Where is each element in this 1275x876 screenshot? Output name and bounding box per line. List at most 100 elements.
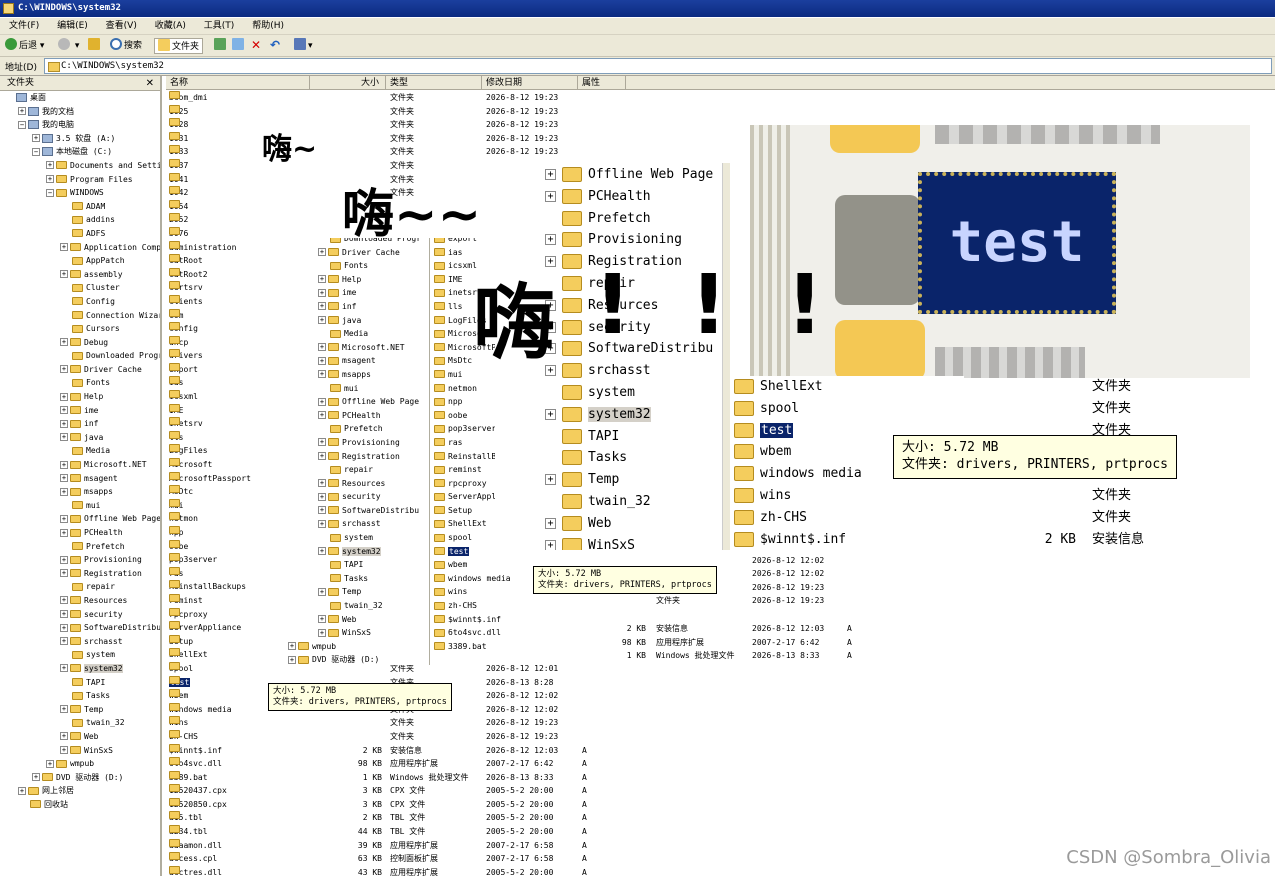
overlay-file-item[interactable]: 6to4svc.dll <box>434 626 578 640</box>
zoomed-tree-item[interactable]: twain_32 <box>545 491 730 513</box>
tree-item[interactable]: + system32 <box>0 662 160 676</box>
tree-item[interactable]: ADFS <box>0 227 160 241</box>
zoomed-tree-item[interactable]: + PCHealth <box>545 186 730 208</box>
expand-icon[interactable]: + <box>46 759 54 768</box>
expand-icon[interactable]: + <box>46 161 54 170</box>
expand-icon[interactable]: + <box>318 370 326 379</box>
tree-item[interactable]: + DVD 驱动器 (D:) <box>0 771 160 785</box>
overlay-tree-item[interactable]: system <box>270 531 429 545</box>
column-name[interactable]: 名称 <box>166 76 310 90</box>
expand-icon[interactable]: + <box>60 610 68 619</box>
tree-item[interactable]: ADAM <box>0 200 160 214</box>
expand-icon[interactable]: + <box>60 596 68 605</box>
tree-item[interactable]: − WINDOWS <box>0 186 160 200</box>
overlay-tree-item[interactable]: mui <box>270 382 429 396</box>
zoomed-tree-item[interactable]: + srchasst <box>545 360 730 382</box>
overlay-tree-item[interactable]: Media <box>270 327 429 341</box>
overlay-tree-item[interactable]: twain_32 <box>270 599 429 613</box>
expand-icon[interactable]: + <box>545 234 556 246</box>
tree-item[interactable]: + Debug <box>0 336 160 350</box>
tree-item[interactable]: Fonts <box>0 376 160 390</box>
table-row[interactable]: 6to4svc.dll 98 KB 应用程序扩展 2007-2-17 6:42 A <box>166 757 1275 771</box>
views-button[interactable]: ▾ <box>294 38 313 54</box>
expand-icon[interactable]: + <box>60 338 68 347</box>
zoomed-tree-item[interactable]: Tasks <box>545 447 730 469</box>
tree-item[interactable]: 桌面 <box>0 91 160 105</box>
menu-file[interactable]: 文件(F) <box>0 18 45 35</box>
tree-item[interactable]: + srchasst <box>0 635 160 649</box>
tree-item[interactable]: + Provisioning <box>0 553 160 567</box>
overlay-tree-item[interactable]: + wmpub <box>270 640 429 654</box>
overlay-tree-item[interactable]: + inf <box>270 300 429 314</box>
overlay-tree-item[interactable]: + DVD 驱动器 (D:) <box>270 653 429 665</box>
menu-help[interactable]: 帮助(H) <box>243 18 290 35</box>
tree-item[interactable]: + Registration <box>0 567 160 581</box>
expand-icon[interactable]: + <box>60 528 68 537</box>
tree-item[interactable]: + Help <box>0 390 160 404</box>
tree-item[interactable]: +3.5 软盘 (A:) <box>0 132 160 146</box>
table-row[interactable]: 12520437.cpx 3 KB CPX 文件 2005-5-2 20:00 A <box>166 784 1275 798</box>
overlay-tree-item[interactable]: + Registration <box>270 450 429 464</box>
tree-item[interactable]: + inf <box>0 417 160 431</box>
expand-icon[interactable]: + <box>545 408 556 420</box>
zoomed-scrollbar[interactable] <box>722 163 730 550</box>
delete-button[interactable]: ✕ <box>251 38 261 54</box>
zoomed-tree-item[interactable]: + Provisioning <box>545 229 730 251</box>
zoomed-file-item[interactable]: ShellExt <box>734 376 964 398</box>
tree-item[interactable]: + assembly <box>0 268 160 282</box>
overlay-tree-item[interactable]: + msagent <box>270 354 429 368</box>
tree-item[interactable]: + Application Comp <box>0 241 160 255</box>
zoomed-tree-item[interactable]: TAPI <box>545 426 730 448</box>
menu-view[interactable]: 查看(V) <box>97 18 143 35</box>
tree-item[interactable]: repair <box>0 580 160 594</box>
table-row[interactable]: 3389.bat 1 KB Windows 批处理文件 2026-8-13 8:33 A <box>166 770 1275 785</box>
tree-item[interactable]: Connection Wizar <box>0 309 160 323</box>
collapse-icon[interactable]: − <box>18 120 26 129</box>
table-row[interactable]: 12520850.cpx 3 KB CPX 文件 2005-5-2 20:00 A <box>166 797 1275 812</box>
expand-icon[interactable]: + <box>288 655 296 664</box>
tree-item[interactable]: + 网上邻居 <box>0 784 160 798</box>
overlay-tree-item[interactable]: + srchasst <box>270 517 429 531</box>
zoomed-file-item[interactable]: spool <box>734 398 964 420</box>
expand-icon[interactable]: + <box>32 773 40 782</box>
expand-icon[interactable]: + <box>318 316 326 325</box>
tree-item[interactable]: Media <box>0 444 160 458</box>
expand-icon[interactable]: + <box>318 438 326 447</box>
expand-icon[interactable]: + <box>318 615 326 624</box>
expand-icon[interactable]: + <box>318 506 326 515</box>
tree-item[interactable]: Prefetch <box>0 540 160 554</box>
tree-item[interactable]: AppPatch <box>0 254 160 268</box>
tree-item[interactable]: + wmpub <box>0 757 160 771</box>
expand-icon[interactable]: + <box>60 243 68 252</box>
tree-item[interactable]: Config <box>0 295 160 309</box>
expand-icon[interactable]: + <box>60 514 68 523</box>
tree-item[interactable]: + security <box>0 608 160 622</box>
expand-icon[interactable]: + <box>60 732 68 741</box>
tree-item[interactable]: + 我的文档 <box>0 105 160 119</box>
column-type[interactable]: 类型 <box>386 76 482 90</box>
folders-button[interactable]: 文件夹 <box>154 38 204 54</box>
zoomed-file-item[interactable]: zh-CHS <box>734 507 964 529</box>
tree-item[interactable]: + Offline Web Page <box>0 512 160 526</box>
expand-icon[interactable]: + <box>318 288 326 297</box>
undo-button[interactable]: ↶ <box>270 38 280 54</box>
tree-item[interactable]: + java <box>0 431 160 445</box>
expand-icon[interactable]: + <box>545 190 556 202</box>
tree-item[interactable]: 回收站 <box>0 798 160 812</box>
table-row[interactable]: zh-CHS 文件夹 2026-8-12 19:23 <box>166 729 1275 744</box>
column-size[interactable]: 大小 <box>310 76 386 90</box>
expand-icon[interactable]: + <box>60 746 68 754</box>
overlay-tree-item[interactable]: repair <box>270 463 429 477</box>
zoomed-tree-item[interactable]: + WinSxS <box>545 535 730 550</box>
expand-icon[interactable]: + <box>288 642 296 651</box>
overlay-tree-item[interactable]: + Microsoft.NET <box>270 341 429 355</box>
overlay-tree-item[interactable]: Fonts <box>270 259 429 273</box>
overlay-file-item[interactable]: $winnt$.inf <box>434 613 578 627</box>
tree-item[interactable]: − 我的电脑 <box>0 118 160 132</box>
overlay-tree-item[interactable]: + ime <box>270 286 429 300</box>
overlay-tree-item[interactable]: + Temp <box>270 585 429 599</box>
forward-button[interactable]: ▾ <box>58 38 79 54</box>
table-row[interactable]: a15.tbl 2 KB TBL 文件 2005-5-2 20:00 A <box>166 811 1275 825</box>
menu-favorites[interactable]: 收藏(A) <box>146 18 192 35</box>
tree-item[interactable]: + PCHealth <box>0 526 160 540</box>
